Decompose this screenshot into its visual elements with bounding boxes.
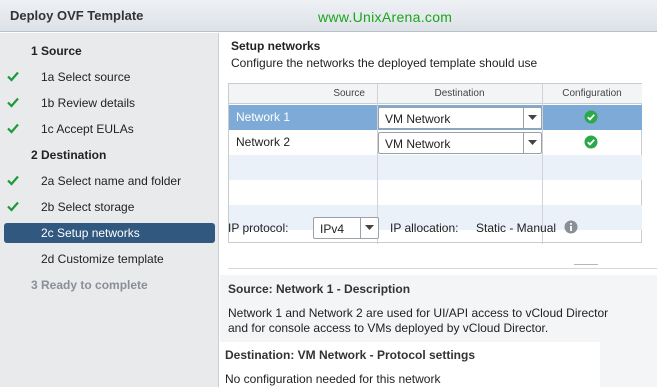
network-mapping-table: Source Destination Configuration Network… [228,83,642,244]
checkmark-icon [7,97,19,108]
info-icon[interactable] [564,220,578,234]
setup-networks-page: Setup networks Configure the networks th… [220,33,657,387]
window-title: Deploy OVF Template [10,8,144,23]
empty-table-row [229,155,642,180]
destination-network-dropdown[interactable]: VM Network [378,107,542,129]
table-row[interactable]: Network 2 VM Network [229,130,642,155]
destination-settings-text: No configuration needed for this network [225,372,441,386]
checkmark-icon [7,201,19,212]
step-customize-template[interactable]: 2d Customize template [0,249,219,269]
step-label: 1b Review details [41,96,136,110]
column-header-source[interactable]: Source [229,84,377,104]
page-subtitle: Configure the networks the deployed temp… [231,56,538,70]
step-label: 2 Destination [31,148,107,162]
ip-allocation-value: Static - Manual [476,221,557,235]
chevron-down-icon [528,140,537,145]
step-review-details[interactable]: 1b Review details [0,93,219,113]
step-ready-to-complete: 3 Ready to complete [0,275,219,295]
ip-protocol-select[interactable]: IPv4 [313,217,379,239]
details-panel: Source: Network 1 - Description Network … [220,275,657,387]
pane-divider [228,268,657,269]
ip-allocation-label: IP allocation: [390,221,459,235]
column-divider [542,84,543,244]
dropdown-arrow-button[interactable] [523,108,541,128]
source-description-text: Network 1 and Network 2 are used for UI/… [228,306,609,320]
checkmark-icon [7,71,19,82]
step-label: 1c Accept EULAs [41,122,134,136]
page-title: Setup networks [231,39,321,53]
step-label: 1a Select source [41,70,131,84]
step-label: 2c Setup networks [41,226,140,240]
column-header-destination[interactable]: Destination [377,84,542,104]
checkmark-icon [7,175,19,186]
dropdown-value: VM Network [385,137,451,151]
step-select-storage[interactable]: 2b Select storage [0,197,219,217]
column-header-configuration[interactable]: Configuration [542,84,642,104]
config-ok-icon [584,110,598,124]
step-label: 1 Source [31,44,82,58]
step-label: 2b Select storage [41,200,135,214]
source-description-text: and for console access to VMs deployed b… [228,321,549,335]
chevron-down-icon [365,225,374,230]
destination-settings-title: Destination: VM Network - Protocol setti… [225,348,476,362]
select-value: IPv4 [320,222,345,236]
step-label: 2d Customize template [41,252,164,266]
step-source-section: 1 Source [0,41,219,61]
dropdown-value: VM Network [385,112,451,126]
select-arrow-button[interactable] [360,218,378,238]
source-network-cell: Network 2 [236,135,291,149]
watermark-text: www.UnixArena.com [318,9,453,25]
source-network-cell: Network 1 [236,110,291,124]
chevron-down-icon [528,115,537,120]
ip-protocol-label: IP protocol: [228,221,289,235]
destination-network-dropdown[interactable]: VM Network [378,132,542,154]
config-ok-icon [584,135,598,149]
table-row[interactable]: Network 1 VM Network [229,105,642,130]
wizard-steps-panel: 1 Source 1a Select source 1b Review deta… [0,33,219,387]
dropdown-arrow-button[interactable] [523,133,541,153]
empty-table-row [229,180,642,205]
checkmark-icon [7,123,19,134]
step-select-name-folder[interactable]: 2a Select name and folder [0,171,219,191]
step-label: 3 Ready to complete [31,278,148,292]
source-description-title: Source: Network 1 - Description [228,282,411,296]
step-destination-section: 2 Destination [0,145,219,165]
step-label: 2a Select name and folder [41,174,182,188]
step-setup-networks[interactable]: 2c Setup networks [4,223,215,243]
step-select-source[interactable]: 1a Select source [0,67,219,87]
window-title-bar: Deploy OVF Template www.UnixArena.com [0,0,657,32]
step-accept-eulas[interactable]: 1c Accept EULAs [0,119,219,139]
